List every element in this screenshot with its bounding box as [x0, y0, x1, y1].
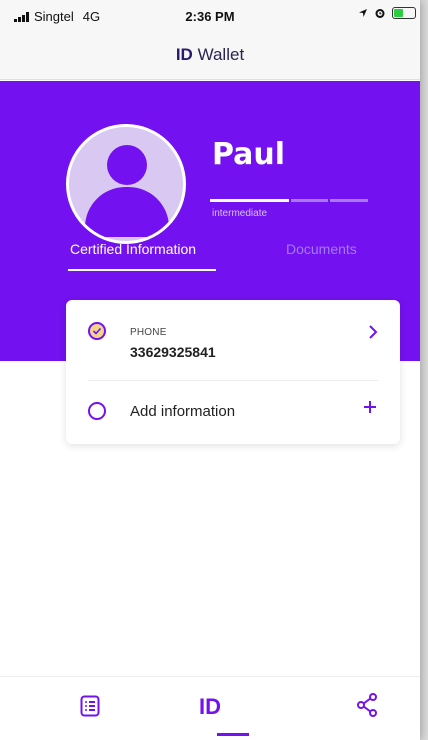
certified-info-card: PHONE 33629325841 Add information: [66, 300, 400, 444]
level-progress-bar: [210, 199, 368, 202]
status-time: 2:36 PM: [185, 9, 235, 24]
level-label: intermediate: [212, 208, 268, 219]
check-icon: [88, 322, 106, 340]
active-bottom-tab-indicator: [217, 733, 249, 736]
status-right: [358, 7, 416, 19]
user-name: Paul: [212, 137, 286, 172]
page-title-rest: Wallet: [197, 45, 245, 64]
plus-icon[interactable]: [362, 399, 378, 415]
phone-screen: Singtel 4G 2:36 PM ID Wallet Paul interm…: [0, 0, 420, 740]
empty-circle-icon: [88, 402, 106, 420]
level-segment-3: [330, 199, 368, 202]
phone-row[interactable]: PHONE 33629325841: [66, 300, 400, 380]
add-information-label: Add information: [130, 403, 236, 420]
nav-bar: ID Wallet: [0, 32, 420, 80]
page-title-bold: ID: [175, 45, 193, 64]
active-tab-indicator: [68, 269, 216, 271]
level-segment-1: [210, 199, 289, 202]
tab-certified-information[interactable]: Certified Information: [70, 241, 196, 257]
location-arrow-icon: [359, 9, 367, 17]
chevron-right-icon[interactable]: [368, 324, 378, 340]
alarm-icon: [375, 9, 385, 18]
share-icon[interactable]: [356, 693, 378, 717]
avatar-body: [85, 187, 169, 237]
phone-label: PHONE: [130, 327, 167, 338]
phone-value: 33629325841: [130, 344, 216, 360]
tab-documents[interactable]: Documents: [286, 241, 357, 257]
avatar-head: [107, 145, 147, 185]
level-segment-2: [290, 199, 329, 202]
bottom-tab-bar: ID: [0, 676, 420, 740]
avatar[interactable]: [66, 124, 186, 244]
battery-icon: [392, 7, 416, 19]
page-title: ID Wallet: [0, 26, 420, 84]
add-information-row[interactable]: Add information: [66, 381, 400, 444]
